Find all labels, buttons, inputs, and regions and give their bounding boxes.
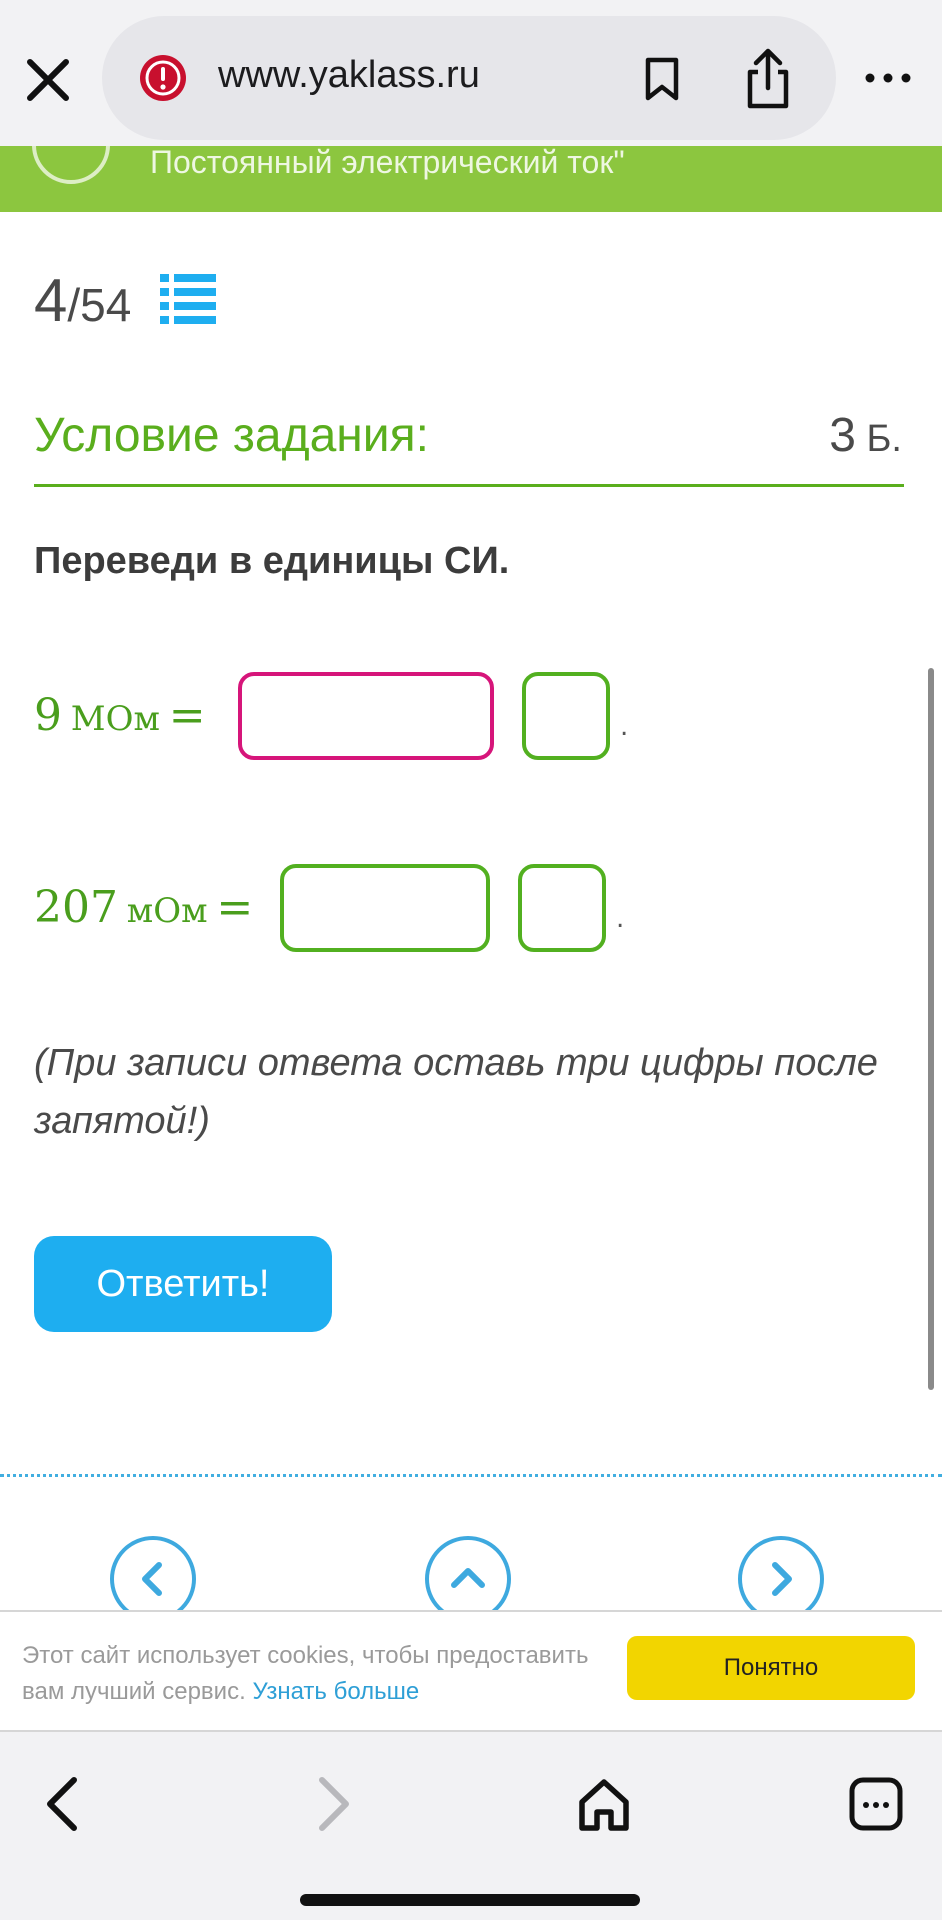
- points-value: 3: [829, 409, 856, 462]
- exercise-counter: 4/54: [34, 266, 131, 335]
- equation-2-terminator: .: [616, 904, 625, 934]
- equation-1-terminator: .: [620, 712, 629, 742]
- equation-2-unit: мОм: [126, 891, 208, 931]
- warning-icon[interactable]: [138, 53, 188, 103]
- equation-1-answer-input[interactable]: [238, 672, 494, 760]
- equation-1-unit: МОм: [70, 699, 160, 739]
- cookie-message: Этот сайт использует cookies, чтобы пред…: [22, 1638, 612, 1710]
- equation-1-equals: =: [168, 690, 206, 741]
- tabs-icon[interactable]: [846, 1774, 906, 1834]
- bookmark-icon[interactable]: [642, 56, 682, 102]
- forward-icon[interactable]: [302, 1774, 362, 1834]
- banner-back-icon[interactable]: [32, 146, 110, 184]
- submit-answer-button[interactable]: Ответить!: [34, 1236, 332, 1332]
- list-icon[interactable]: [160, 272, 216, 326]
- answer-format-note: (При записи ответа оставь три цифры посл…: [34, 1042, 878, 1142]
- total-exercises: /54: [67, 279, 132, 331]
- points-unit: Б.: [855, 418, 902, 460]
- chevron-right-icon: [772, 1562, 792, 1596]
- chevron-left-icon: [142, 1562, 162, 1596]
- equation-1-value: 9: [34, 690, 62, 741]
- cookie-accept-button[interactable]: Понятно: [627, 1636, 915, 1700]
- equation-1-expression: 9 МОм =: [34, 690, 206, 741]
- browser-top-bar: www.yaklass.ru: [0, 0, 942, 146]
- task-points: 3 Б.: [829, 408, 902, 463]
- topic-title: Постоянный электрический ток": [150, 146, 625, 180]
- close-icon[interactable]: [18, 50, 78, 110]
- task-instruction: Переведи в единицы СИ.: [34, 540, 510, 582]
- cookie-learn-more-link[interactable]: Узнать больше: [252, 1678, 419, 1705]
- equation-2-unit-input[interactable]: [518, 864, 606, 952]
- browser-bottom-bar: [0, 1732, 942, 1920]
- page-scrollbar[interactable]: [928, 668, 934, 1390]
- equation-1-unit-input[interactable]: [522, 672, 610, 760]
- current-exercise: 4: [34, 267, 68, 334]
- home-icon[interactable]: [574, 1774, 634, 1834]
- equation-2-expression: 207 мОм =: [34, 882, 253, 933]
- title-divider: [34, 484, 904, 487]
- topic-banner: Постоянный электрический ток": [0, 146, 942, 212]
- equation-2-value: 207: [34, 882, 118, 933]
- task-title: Условие задания:: [34, 409, 429, 462]
- more-icon[interactable]: [858, 58, 918, 98]
- home-indicator: [300, 1894, 640, 1906]
- url-text: www.yaklass.ru: [218, 54, 480, 96]
- equation-2-answer-input[interactable]: [280, 864, 490, 952]
- back-icon[interactable]: [34, 1774, 94, 1834]
- address-bar[interactable]: www.yaklass.ru: [102, 16, 836, 140]
- chevron-up-icon: [451, 1568, 485, 1588]
- equation-2-equals: =: [216, 882, 254, 933]
- cookie-banner: Этот сайт использует cookies, чтобы пред…: [0, 1610, 942, 1732]
- share-icon[interactable]: [742, 48, 794, 110]
- section-divider: [0, 1474, 942, 1477]
